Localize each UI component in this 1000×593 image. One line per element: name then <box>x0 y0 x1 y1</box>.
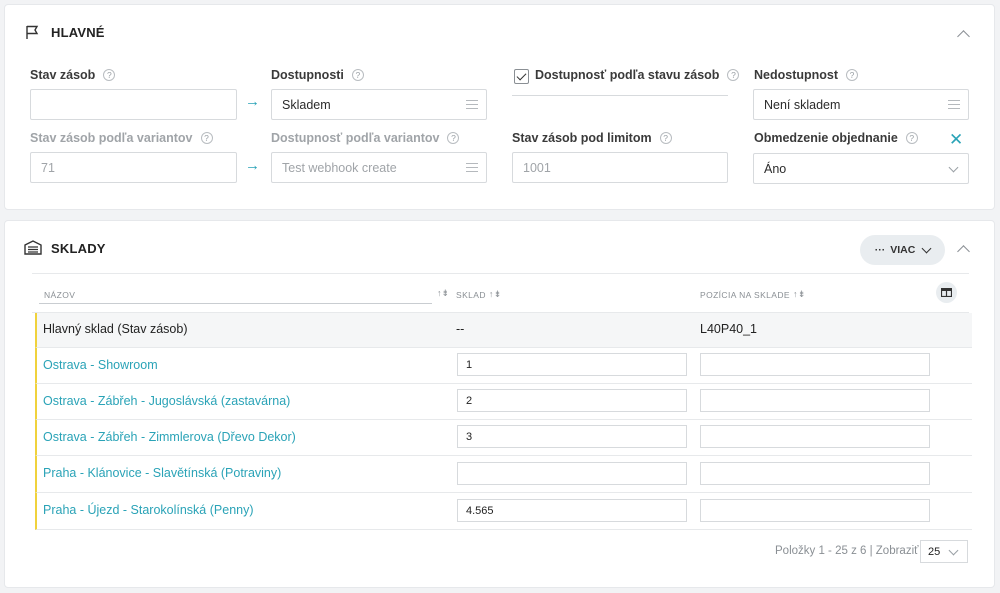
order-limit-label: Obmedzenie objednanie ? <box>754 131 918 145</box>
warehouse-position-input[interactable] <box>700 425 930 448</box>
unavailability-label-text: Nedostupnost <box>754 68 839 82</box>
flag-icon <box>26 25 39 39</box>
table-row: Praha - Újezd - Starokolínská (Penny) 4.… <box>35 493 972 530</box>
more-dots-icon: ··· <box>874 244 886 256</box>
unavailability-label: Nedostupnost ? <box>754 68 859 82</box>
warehouse-stock-input[interactable] <box>457 462 687 485</box>
collapse-stock-icon[interactable] <box>957 245 970 258</box>
chevron-down-icon <box>948 545 959 556</box>
stock-input[interactable] <box>30 89 237 120</box>
sort-icon: ↑⇟ <box>488 289 502 299</box>
warehouse-name-link[interactable]: Praha - Újezd - Starokolínská (Penny) <box>43 503 254 517</box>
list-icon <box>466 163 478 173</box>
availability-label-text: Dostupnosti <box>271 68 344 82</box>
warehouse-name-link[interactable]: Praha - Klánovice - Slavětínská (Potravi… <box>43 466 281 480</box>
help-icon[interactable]: ? <box>103 69 116 81</box>
sort-icon: ↑⇟ <box>792 289 806 299</box>
stock-panel: SKLADY ··· VIAC NÁZOV ↑⇟ SKLAD ↑⇟ POZÍCI… <box>4 220 995 588</box>
stock-label-text: Stav zásob <box>30 68 96 82</box>
page-size-value: 25 <box>928 545 941 558</box>
table-row: Ostrava - Showroom 1 <box>35 348 972 384</box>
order-limit-label-text: Obmedzenie objednanie <box>754 131 898 145</box>
avail-by-stock-label-text: Dostupnosť podľa stavu zásob <box>535 68 720 82</box>
warehouse-stock-input[interactable]: 4.565 <box>457 499 687 522</box>
table-row: Praha - Klánovice - Slavětínská (Potravi… <box>35 456 972 493</box>
stock-limit-label: Stav zásob pod limitom ? <box>512 131 672 145</box>
warehouse-name-link[interactable]: Ostrava - Zábřeh - Zimmlerova (Dřevo Dek… <box>43 430 296 444</box>
unavailability-select[interactable]: Není skladem <box>753 89 969 120</box>
warehouse-stock-input[interactable]: 3 <box>457 425 687 448</box>
unavailability-value: Není skladem <box>764 97 841 112</box>
table-columns-icon <box>941 288 952 297</box>
columns-toggle-button[interactable] <box>936 282 957 303</box>
collapse-main-icon[interactable] <box>957 30 970 43</box>
warehouse-name: Hlavný sklad (Stav zásob) <box>43 322 188 336</box>
availability-value: Skladem <box>282 97 331 112</box>
variant-stock-label: Stav zásob podľa variantov ? <box>30 131 213 145</box>
divider <box>512 95 728 96</box>
table-row: Ostrava - Zábřeh - Jugoslávská (zastavár… <box>35 384 972 420</box>
arrow-right-icon: → <box>245 93 260 110</box>
warehouse-position-input[interactable] <box>700 389 930 412</box>
warehouse-position-input[interactable] <box>700 499 930 522</box>
stock-label: Stav zásob ? <box>30 68 116 82</box>
order-limit-select[interactable]: Áno <box>753 153 969 184</box>
pagination-info: Položky 1 - 25 z 6 | Zobraziť <box>775 545 919 557</box>
warehouse-stock: -- <box>456 322 465 336</box>
list-icon <box>466 100 478 110</box>
warehouse-position-input[interactable] <box>700 353 930 376</box>
column-header-position[interactable]: POZÍCIA NA SKLADE ↑⇟ <box>700 289 806 300</box>
warehouse-stock-input[interactable]: 2 <box>457 389 687 412</box>
column-header-warehouse-text: SKLAD <box>456 289 486 300</box>
column-header-name: NÁZOV <box>44 290 76 300</box>
warehouse-name-link[interactable]: Ostrava - Zábřeh - Jugoslávská (zastavár… <box>43 394 290 408</box>
chevron-down-icon <box>921 243 932 253</box>
variant-avail-select: Test webhook create <box>271 152 487 183</box>
warehouse-stock-input[interactable]: 1 <box>457 353 687 376</box>
clear-order-limit-icon[interactable]: ✕ <box>949 131 963 148</box>
panel-title-main: HLAVNÉ <box>51 25 105 40</box>
warehouse-position-input[interactable] <box>700 462 930 485</box>
help-icon[interactable]: ? <box>200 132 213 144</box>
help-icon[interactable]: ? <box>447 132 460 144</box>
more-button-label: VIAC <box>890 244 916 256</box>
availability-select[interactable]: Skladem <box>271 89 487 120</box>
help-icon[interactable]: ? <box>846 69 859 81</box>
sort-icon[interactable]: ↑⇟ <box>437 288 449 299</box>
panel-title-stock: SKLADY <box>51 241 106 256</box>
list-icon <box>948 100 960 110</box>
more-button[interactable]: ··· VIAC <box>860 235 945 265</box>
variant-stock-input: 71 <box>30 152 237 183</box>
stock-limit-input[interactable]: 1001 <box>512 152 728 183</box>
avail-by-stock-checkbox[interactable] <box>514 69 529 84</box>
variant-stock-label-text: Stav zásob podľa variantov <box>30 131 193 145</box>
help-icon[interactable]: ? <box>659 132 672 144</box>
warehouse-name-link[interactable]: Ostrava - Showroom <box>43 358 158 372</box>
main-panel: HLAVNÉ Stav zásob ? → Dostupnosti ? Skla… <box>4 4 995 210</box>
column-header-position-text: POZÍCIA NA SKLADE <box>700 289 790 300</box>
availability-label: Dostupnosti ? <box>271 68 364 82</box>
variant-avail-label-text: Dostupnosť podľa variantov <box>271 131 440 145</box>
name-filter-underline[interactable] <box>39 303 432 304</box>
column-header-warehouse[interactable]: SKLAD ↑⇟ <box>456 289 502 300</box>
arrow-right-icon: → <box>245 157 260 174</box>
avail-by-stock-label: Dostupnosť podľa stavu zásob ? <box>535 68 740 82</box>
table-row: Hlavný sklad (Stav zásob) -- L40P40_1 <box>35 313 972 348</box>
divider <box>32 273 969 274</box>
stock-limit-label-text: Stav zásob pod limitom <box>512 131 652 145</box>
help-icon[interactable]: ? <box>351 69 364 81</box>
variant-avail-label: Dostupnosť podľa variantov ? <box>271 131 460 145</box>
warehouse-position: L40P40_1 <box>700 322 758 336</box>
page-size-select[interactable]: 25 <box>920 540 968 563</box>
table-row: Ostrava - Zábřeh - Zimmlerova (Dřevo Dek… <box>35 420 972 456</box>
order-limit-value: Áno <box>764 161 787 176</box>
warehouse-icon <box>24 240 42 255</box>
variant-avail-value: Test webhook create <box>282 160 397 175</box>
help-icon[interactable]: ? <box>905 132 918 144</box>
chevron-down-icon <box>948 162 959 173</box>
help-icon[interactable]: ? <box>727 69 740 81</box>
